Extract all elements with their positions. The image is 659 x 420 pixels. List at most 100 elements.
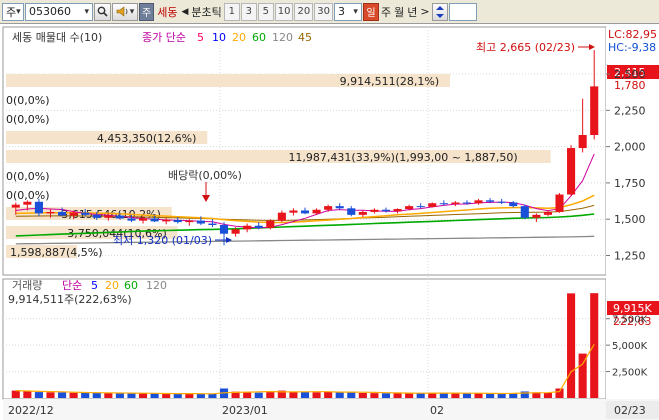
volume-bar	[462, 393, 472, 398]
price-tick-label: 2,250	[614, 104, 646, 117]
candle-body	[92, 214, 101, 218]
candle-body	[416, 206, 425, 208]
stock-badge-text: 주	[142, 8, 152, 19]
volume-bar	[243, 392, 252, 398]
updown-button[interactable]	[431, 2, 448, 21]
candle-body	[532, 214, 541, 218]
stock-chart[interactable]: 9,914,511(28,1%) 0(0,0%) 0(0,0%) 4,453,350(…	[0, 25, 659, 420]
volume-bar	[393, 393, 402, 398]
period-button-20[interactable]: 20	[294, 2, 314, 21]
candle-body	[81, 212, 90, 215]
candle-body	[509, 202, 518, 207]
volume-bar	[185, 393, 194, 398]
period-button-3[interactable]: 3	[240, 2, 257, 21]
period-button-week[interactable]: 주	[380, 4, 392, 20]
nav-next-button[interactable]: >	[419, 5, 430, 18]
volume-bar	[474, 393, 483, 398]
candle-body	[405, 206, 414, 210]
custom-period-select[interactable]: 3 ▾	[333, 2, 362, 21]
chart-canvas[interactable]: 9,914,511(28,1%) 0(0,0%) 0(0,0%) 4,453,350(…	[0, 25, 659, 420]
period-button-10[interactable]: 10	[274, 2, 294, 21]
ma-45-label: 45	[298, 31, 312, 44]
volume-profile-label: 0(0,0%)	[6, 189, 50, 202]
nav-prev-button[interactable]: ◀	[180, 7, 189, 17]
volume-bar	[451, 393, 460, 398]
volume-bar	[138, 393, 148, 398]
volume-bar	[58, 392, 67, 398]
candle-body	[34, 201, 43, 214]
candle-body	[324, 206, 333, 210]
market-select[interactable]: 주 ▾	[2, 2, 24, 21]
volume-bar	[335, 392, 344, 398]
date-label-jan: 2023/01	[222, 404, 268, 417]
chevron-down-icon: ▾	[353, 6, 358, 17]
period-button-5[interactable]: 5	[257, 2, 274, 21]
ma-5-label: 5	[197, 31, 204, 44]
volume-bar	[208, 393, 217, 398]
chevron-down-icon: ▾	[16, 6, 21, 17]
market-label: 주	[6, 5, 17, 19]
chevron-down-icon: ▾	[84, 6, 89, 17]
volume-bar	[439, 393, 448, 398]
candle-body	[196, 220, 205, 224]
type-tick-button[interactable]: 분초틱	[190, 4, 222, 20]
period-button-year[interactable]: 년	[406, 4, 418, 20]
candle-body	[590, 86, 599, 135]
candle-body	[474, 200, 483, 204]
candle-body	[428, 203, 437, 207]
volume-bar	[115, 393, 124, 398]
chart-toolbar: 주 ▾ 053060 ▾ ▾ 주 세동 ◀ 분초틱 1 3 5 10 20 30…	[0, 0, 659, 24]
period-button-1[interactable]: 1	[223, 2, 240, 21]
volume-bar	[23, 391, 32, 398]
volume-bar	[555, 388, 564, 398]
volume-bar	[416, 393, 425, 398]
volume-bar	[127, 393, 136, 398]
volume-bar	[324, 391, 333, 398]
price-tick-label: 2,000	[614, 141, 646, 154]
candle-body	[277, 212, 286, 221]
candle-body	[46, 211, 55, 214]
candle-body	[138, 218, 148, 221]
candle-body	[497, 201, 506, 203]
ma-20-label: 20	[232, 31, 246, 44]
candle-body	[162, 219, 171, 222]
candle-body	[358, 211, 367, 215]
volume-bar	[370, 393, 379, 398]
candle-body	[393, 209, 402, 212]
date-label-feb: 02	[430, 404, 444, 417]
stock-name: 세동	[157, 5, 178, 19]
volume-bar	[497, 393, 506, 398]
candle-body	[543, 211, 552, 215]
volume-bar	[312, 392, 321, 398]
volume-bar	[69, 392, 78, 398]
volume-tick-label: 2,500K	[612, 368, 648, 379]
ma-60-label: 60	[252, 31, 266, 44]
candle-body	[150, 218, 159, 222]
volume-tick-label: 7,500K	[612, 315, 648, 326]
candle-body	[254, 225, 263, 228]
candle-body	[58, 211, 67, 216]
volume-bar	[567, 293, 576, 398]
period-button-month[interactable]: 월	[393, 4, 405, 20]
sound-button[interactable]: ▾	[112, 2, 138, 21]
up-down-arrow-icon	[435, 5, 444, 18]
stock-code-input[interactable]: 053060 ▾	[25, 2, 93, 21]
date-axis-background	[3, 399, 659, 420]
ma-type-label: 종가 단순	[142, 31, 186, 44]
candle-body	[567, 148, 576, 195]
volume-bar	[46, 392, 55, 398]
volume-bar	[81, 392, 90, 398]
candle-body	[347, 208, 356, 215]
lc-value: LC:82,95	[608, 28, 657, 41]
search-icon	[97, 6, 108, 17]
volume-ma-20-label: 20	[105, 279, 119, 292]
volume-legend-title: 거래량	[12, 279, 42, 292]
search-button[interactable]	[94, 2, 111, 21]
dividend-annotation-text: 배당락(0,00%)	[168, 169, 242, 182]
period-button-30[interactable]: 30	[314, 2, 333, 21]
extra-input[interactable]	[448, 2, 477, 21]
candle-body	[231, 229, 240, 234]
volume-bar	[590, 293, 599, 398]
volume-bar	[405, 393, 414, 398]
period-button-day[interactable]: 일	[362, 2, 379, 21]
